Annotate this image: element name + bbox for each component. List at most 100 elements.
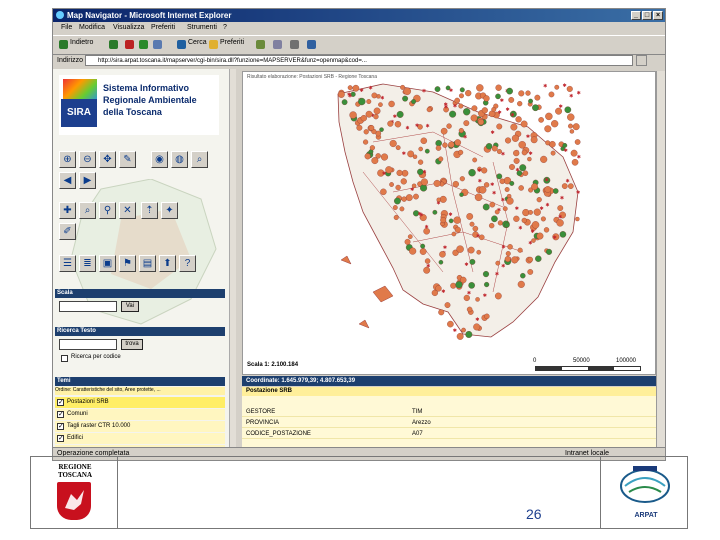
site-marker[interactable] xyxy=(449,110,457,118)
site-marker[interactable] xyxy=(471,105,478,112)
identify-icon[interactable]: ◉ xyxy=(151,151,168,168)
site-marker[interactable]: ✱ xyxy=(483,293,487,299)
address-input[interactable]: http://sira.arpat.toscana.it/mapserver/c… xyxy=(85,55,633,66)
search-button[interactable]: Cerca xyxy=(188,39,207,46)
site-marker[interactable] xyxy=(507,244,513,250)
site-marker[interactable]: ✱ xyxy=(577,155,581,161)
menu-file[interactable]: File xyxy=(61,24,72,31)
site-marker[interactable] xyxy=(363,129,369,135)
site-marker[interactable]: ✱ xyxy=(402,151,406,157)
search-text-input[interactable] xyxy=(59,339,117,350)
site-marker[interactable] xyxy=(468,282,475,289)
site-marker[interactable] xyxy=(358,97,366,106)
site-marker[interactable] xyxy=(420,243,426,249)
site-marker[interactable] xyxy=(380,188,387,196)
pan-icon[interactable]: ✥ xyxy=(99,151,116,168)
site-marker[interactable] xyxy=(387,120,394,127)
site-marker[interactable] xyxy=(423,266,431,274)
site-marker[interactable] xyxy=(518,90,525,97)
site-marker[interactable] xyxy=(455,281,463,289)
site-marker[interactable] xyxy=(476,84,484,92)
site-marker[interactable]: ✱ xyxy=(543,83,547,89)
site-marker[interactable]: ✱ xyxy=(518,226,522,232)
site-marker[interactable] xyxy=(525,90,531,96)
site-marker[interactable]: ✱ xyxy=(382,171,386,177)
site-marker[interactable] xyxy=(411,99,417,105)
globe-icon[interactable]: ◍ xyxy=(171,151,188,168)
back-arrow-icon[interactable] xyxy=(59,40,68,49)
site-marker[interactable] xyxy=(522,208,530,217)
site-marker[interactable] xyxy=(502,206,508,212)
site-marker[interactable]: ✱ xyxy=(529,151,533,157)
theme-row[interactable]: ✓ Comuni xyxy=(55,409,225,420)
site-marker[interactable] xyxy=(545,112,553,121)
site-marker[interactable] xyxy=(459,176,465,182)
site-marker[interactable] xyxy=(341,99,348,106)
site-marker[interactable]: ✱ xyxy=(422,89,426,95)
site-marker[interactable] xyxy=(543,227,550,233)
site-marker[interactable]: ✱ xyxy=(453,104,457,110)
site-marker[interactable] xyxy=(356,124,363,131)
mail-icon[interactable] xyxy=(273,40,282,49)
site-marker[interactable] xyxy=(530,136,538,144)
menu-edit[interactable]: Modifica xyxy=(79,24,105,31)
site-marker[interactable] xyxy=(454,226,461,233)
add-point-icon[interactable]: ✦ xyxy=(161,202,178,219)
menu-view[interactable]: Visualizza xyxy=(113,24,144,31)
site-marker[interactable] xyxy=(531,221,540,229)
site-marker[interactable] xyxy=(489,222,495,229)
site-marker[interactable] xyxy=(400,178,407,185)
scale-input[interactable] xyxy=(59,301,117,312)
site-marker[interactable] xyxy=(534,94,541,101)
site-marker[interactable] xyxy=(495,260,501,266)
site-marker[interactable] xyxy=(538,117,544,123)
site-marker[interactable] xyxy=(413,193,419,200)
site-marker[interactable] xyxy=(575,216,580,222)
search-icon[interactable] xyxy=(177,40,186,49)
site-marker[interactable] xyxy=(378,102,383,107)
site-marker[interactable] xyxy=(371,157,379,165)
site-marker[interactable] xyxy=(549,141,556,148)
site-marker[interactable] xyxy=(489,201,496,208)
site-marker[interactable] xyxy=(504,222,510,228)
overview-icon[interactable]: ▣ xyxy=(99,255,116,272)
theme-checkbox[interactable]: ✓ xyxy=(57,411,64,418)
hyperlink-icon[interactable]: ⇡ xyxy=(141,202,158,219)
site-marker[interactable] xyxy=(458,103,464,109)
site-marker[interactable] xyxy=(548,91,555,98)
site-marker[interactable] xyxy=(557,205,564,211)
site-marker[interactable] xyxy=(528,98,534,104)
site-marker[interactable] xyxy=(520,272,526,279)
site-marker[interactable] xyxy=(469,258,476,265)
site-marker[interactable]: ✱ xyxy=(464,262,468,268)
site-marker[interactable] xyxy=(515,116,522,123)
print-icon[interactable] xyxy=(290,40,299,49)
previous-extent-icon[interactable]: ◀ xyxy=(59,172,76,189)
site-marker[interactable] xyxy=(469,221,475,227)
site-marker[interactable]: ✱ xyxy=(490,130,494,136)
site-marker[interactable] xyxy=(411,183,417,189)
search-find-button[interactable]: trova xyxy=(121,339,143,350)
site-marker[interactable]: ✱ xyxy=(380,96,384,102)
site-marker[interactable] xyxy=(393,214,399,220)
site-marker[interactable] xyxy=(379,127,384,132)
site-marker[interactable] xyxy=(434,86,441,92)
map-view[interactable]: Risultato elaborazione: Postazioni SRB -… xyxy=(242,71,656,375)
site-marker[interactable] xyxy=(459,192,464,197)
layer-list-icon[interactable]: ≣ xyxy=(79,255,96,272)
site-marker[interactable] xyxy=(424,258,431,264)
site-marker[interactable] xyxy=(432,209,438,215)
site-marker[interactable] xyxy=(438,259,444,265)
site-marker[interactable] xyxy=(540,155,548,163)
site-marker[interactable] xyxy=(477,118,485,126)
site-marker[interactable] xyxy=(517,247,523,253)
site-marker[interactable] xyxy=(444,302,451,308)
site-marker[interactable] xyxy=(472,225,479,232)
site-marker[interactable] xyxy=(394,197,401,205)
site-marker[interactable]: ✱ xyxy=(526,134,530,140)
site-marker[interactable] xyxy=(419,248,427,255)
site-marker[interactable] xyxy=(551,120,559,128)
site-marker[interactable] xyxy=(404,238,411,245)
pencil-icon[interactable]: ✐ xyxy=(59,223,76,240)
site-marker[interactable] xyxy=(420,184,428,192)
